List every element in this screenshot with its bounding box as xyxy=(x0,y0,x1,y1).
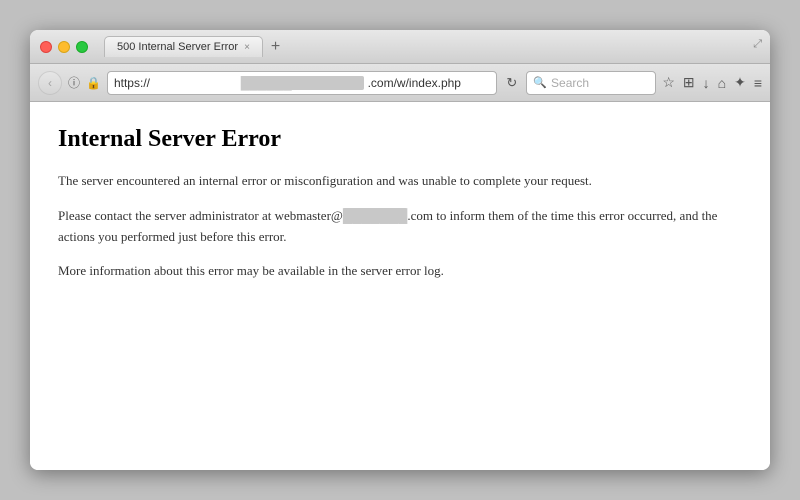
error-heading: Internal Server Error xyxy=(58,126,742,153)
maximize-button[interactable] xyxy=(76,41,88,53)
error-paragraph-2: Please contact the server administrator … xyxy=(58,206,742,248)
search-icon: 🔍 xyxy=(533,76,547,89)
close-button[interactable] xyxy=(40,41,52,53)
lock-icon: 🔒 xyxy=(86,76,101,90)
search-bar[interactable]: 🔍 Search xyxy=(526,71,656,95)
nav-bar: ‹ ⓘ 🔒 https:// ██████ .com/w/index.php ↻… xyxy=(30,64,770,102)
bookmark-star-icon[interactable]: ☆ xyxy=(662,74,675,91)
info-icon[interactable]: ⓘ xyxy=(68,74,80,91)
refresh-button[interactable]: ↻ xyxy=(503,75,520,91)
resize-icon: ⤢ xyxy=(753,38,762,51)
home-icon[interactable]: ⌂ xyxy=(718,75,726,91)
minimize-button[interactable] xyxy=(58,41,70,53)
title-bar: 500 Internal Server Error × + ⤢ xyxy=(30,30,770,64)
error-paragraph-3: More information about this error may be… xyxy=(58,261,742,282)
bookmarks-icon[interactable]: ⊞ xyxy=(683,74,695,91)
page-content: Internal Server Error The server encount… xyxy=(30,102,770,470)
back-button[interactable]: ‹ xyxy=(38,71,62,95)
para2-redacted: ███████ xyxy=(343,208,407,223)
url-bar[interactable]: https:// ██████ .com/w/index.php xyxy=(107,71,497,95)
para2-prefix: Please contact the server administrator … xyxy=(58,208,343,223)
tools-icon[interactable]: ✦ xyxy=(734,74,746,91)
menu-icon[interactable]: ≡ xyxy=(754,75,762,91)
search-placeholder: Search xyxy=(551,76,589,90)
browser-window: 500 Internal Server Error × + ⤢ ‹ ⓘ 🔒 ht… xyxy=(30,30,770,470)
tab-title: 500 Internal Server Error xyxy=(117,41,238,53)
error-paragraph-1: The server encountered an internal error… xyxy=(58,171,742,192)
url-redacted-domain: ██████ xyxy=(241,76,364,90)
tab-bar: 500 Internal Server Error × + xyxy=(104,36,760,57)
tab-close-button[interactable]: × xyxy=(244,42,250,53)
url-prefix: https:// xyxy=(114,76,237,90)
active-tab[interactable]: 500 Internal Server Error × xyxy=(104,36,263,57)
download-icon[interactable]: ↓ xyxy=(703,75,710,91)
window-controls xyxy=(40,41,88,53)
back-icon: ‹ xyxy=(48,76,52,90)
new-tab-button[interactable]: + xyxy=(263,39,288,55)
nav-icons: ☆ ⊞ ↓ ⌂ ✦ ≡ xyxy=(662,74,762,91)
url-path: .com/w/index.php xyxy=(368,76,491,90)
